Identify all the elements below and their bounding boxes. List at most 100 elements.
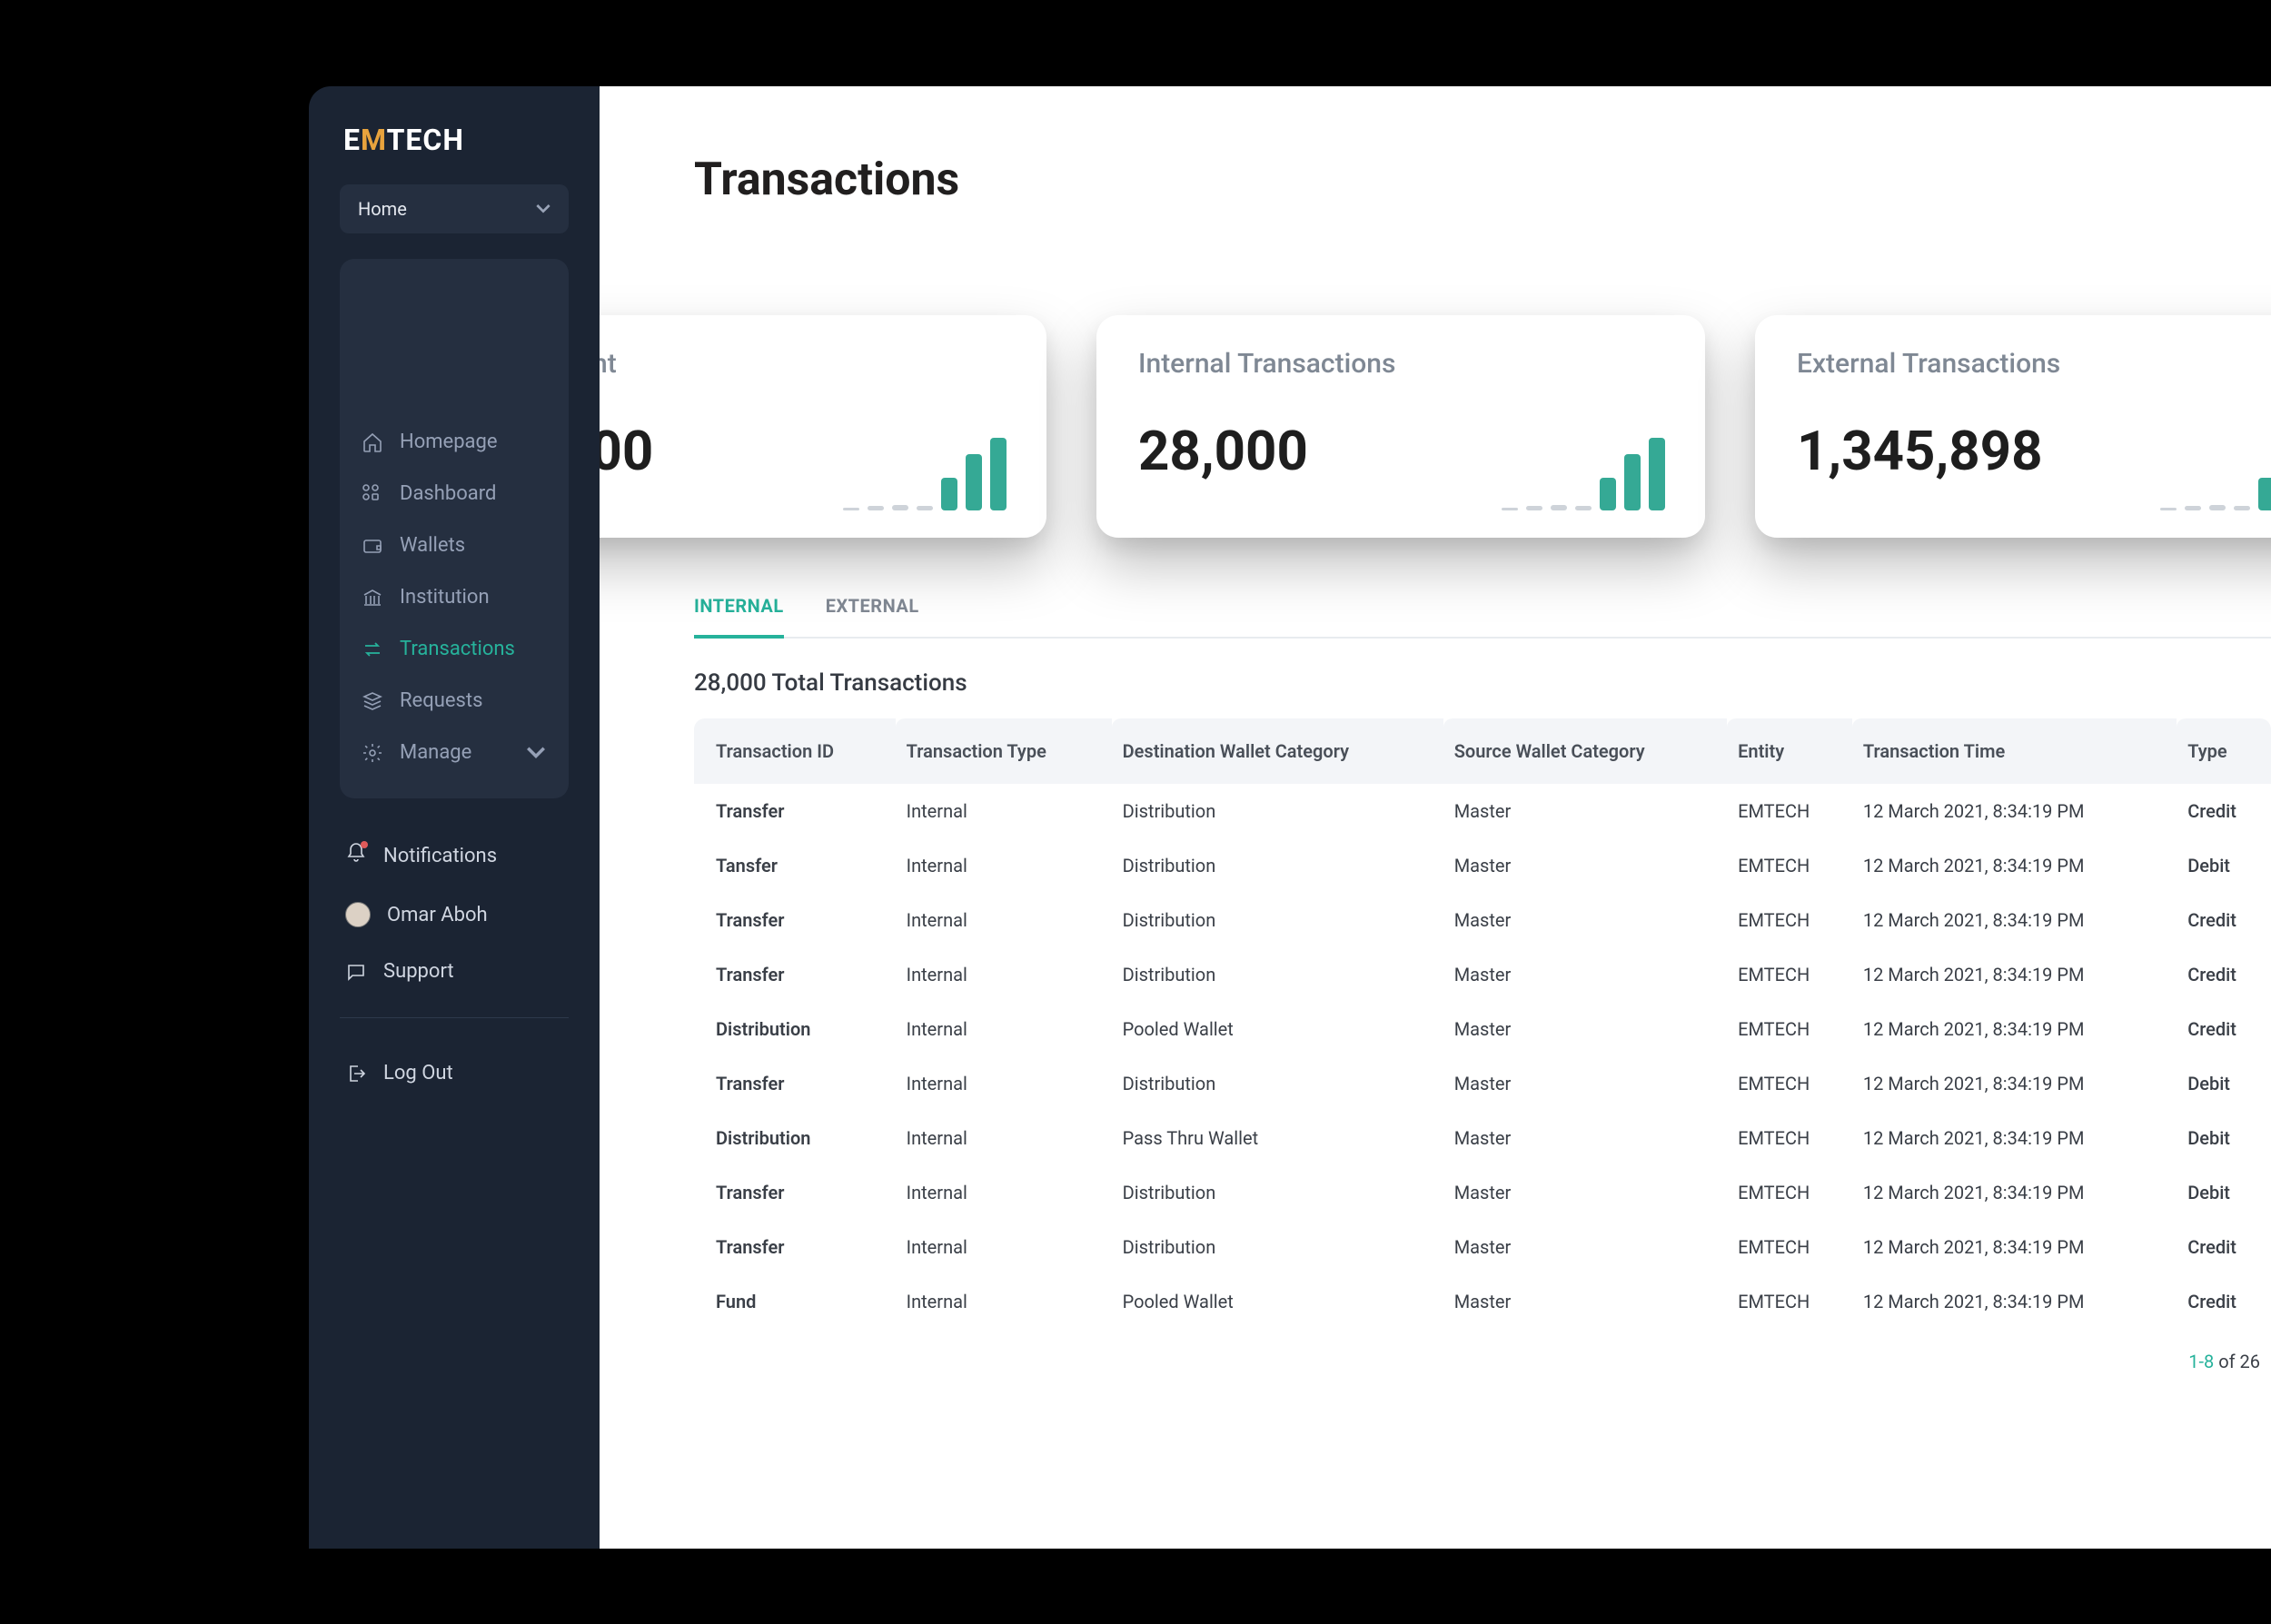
transaction-id-link[interactable]: Transfer [694, 1165, 896, 1220]
main-panel: Transactions Total Amount $29,000 Intern… [600, 86, 2271, 1549]
cell-transaction-time: 12 March 2021, 8:34:19 PM [1852, 947, 2177, 1002]
cell-transaction-time: 12 March 2021, 8:34:19 PM [1852, 1220, 2177, 1274]
table-row[interactable]: TransferInternalDistributionMasterEMTECH… [694, 1165, 2271, 1220]
transaction-tabs: INTERNAL EXTERNAL [694, 584, 2271, 639]
cell-source-wallet: Master [1443, 893, 1727, 947]
sidebar-item-dashboard[interactable]: Dashboard [340, 468, 569, 520]
cell-transaction-type: Internal [896, 893, 1112, 947]
logout-label: Log Out [383, 1062, 453, 1084]
spark-bar [917, 506, 933, 510]
cell-source-wallet: Master [1443, 1220, 1727, 1274]
transaction-id-link[interactable]: Distribution [694, 1111, 896, 1165]
notifications-label: Notifications [383, 845, 497, 867]
logout-button[interactable]: Log Out [340, 1045, 569, 1101]
table-row[interactable]: TansferInternalDistributionMasterEMTECH1… [694, 838, 2271, 893]
spark-bar [1575, 506, 1592, 510]
sparkline-bars [843, 420, 1007, 510]
sidebar-footer: Notifications Omar Aboh Support [309, 826, 600, 999]
tab-internal[interactable]: INTERNAL [694, 584, 784, 639]
transaction-id-link[interactable]: Distribution [694, 1002, 896, 1056]
user-name: Omar Aboh [387, 904, 488, 926]
card-external-transactions: External Transactions 1,345,898 [1755, 315, 2271, 538]
pager-range: 1-8 [2188, 1351, 2214, 1372]
col-destination-wallet[interactable]: Destination Wallet Category [1112, 718, 1443, 784]
transaction-id-link[interactable]: Transfer [694, 893, 896, 947]
sidebar-item-wallets[interactable]: Wallets [340, 520, 569, 571]
cell-transaction-type: Internal [896, 1002, 1112, 1056]
tab-external[interactable]: EXTERNAL [826, 584, 919, 637]
cell-source-wallet: Master [1443, 1274, 1727, 1329]
cell-transaction-type: Internal [896, 947, 1112, 1002]
wallet-icon [362, 535, 383, 557]
sidebar-item-label: Requests [400, 689, 482, 712]
card-total-amount: Total Amount $29,000 [600, 315, 1046, 538]
transaction-id-link[interactable]: Fund [694, 1274, 896, 1329]
col-entity[interactable]: Entity [1727, 718, 1852, 784]
cell-type: Credit [2177, 1220, 2271, 1274]
gear-icon [362, 742, 383, 764]
table-row[interactable]: FundInternalPooled WalletMasterEMTECH12 … [694, 1274, 2271, 1329]
table-row[interactable]: TransferInternalDistributionMasterEMTECH… [694, 784, 2271, 838]
transaction-id-link[interactable]: Transfer [694, 1220, 896, 1274]
cell-destination-wallet: Pass Thru Wallet [1112, 1111, 1443, 1165]
table-row[interactable]: DistributionInternalPooled WalletMasterE… [694, 1002, 2271, 1056]
spark-bar [2234, 506, 2250, 510]
col-transaction-time[interactable]: Transaction Time [1852, 718, 2177, 784]
sparkline-bars [1502, 420, 1665, 510]
card-internal-transactions: Internal Transactions 28,000 [1096, 315, 1705, 538]
sidebar-item-label: Manage [400, 741, 471, 764]
transaction-id-link[interactable]: Transfer [694, 1056, 896, 1111]
col-type[interactable]: Type [2177, 718, 2271, 784]
sidebar-item-label: Dashboard [400, 482, 496, 505]
table-row[interactable]: TransferInternalDistributionMasterEMTECH… [694, 1220, 2271, 1274]
cell-type: Debit [2177, 1056, 2271, 1111]
sidebar-item-institution[interactable]: Institution [340, 571, 569, 623]
cell-type: Debit [2177, 1111, 2271, 1165]
transaction-id-link[interactable]: Transfer [694, 947, 896, 1002]
cell-entity: EMTECH [1727, 1111, 1852, 1165]
table-row[interactable]: DistributionInternalPass Thru WalletMast… [694, 1111, 2271, 1165]
spark-bar [2185, 506, 2201, 510]
cell-entity: EMTECH [1727, 1002, 1852, 1056]
spark-bar [843, 508, 859, 510]
table-row[interactable]: TransferInternalDistributionMasterEMTECH… [694, 947, 2271, 1002]
cell-destination-wallet: Distribution [1112, 1220, 1443, 1274]
sidebar-item-manage[interactable]: Manage [340, 727, 569, 778]
cell-entity: EMTECH [1727, 1274, 1852, 1329]
spark-bar [1526, 506, 1542, 510]
cell-destination-wallet: Distribution [1112, 893, 1443, 947]
workspace-selector[interactable]: Home [340, 184, 569, 233]
cell-transaction-type: Internal [896, 838, 1112, 893]
cell-source-wallet: Master [1443, 784, 1727, 838]
cell-destination-wallet: Distribution [1112, 784, 1443, 838]
sidebar-item-label: Wallets [400, 534, 465, 557]
cell-type: Credit [2177, 947, 2271, 1002]
sidebar-item-homepage[interactable]: Homepage [340, 416, 569, 468]
sidebar-support[interactable]: Support [340, 944, 569, 999]
transaction-id-link[interactable]: Tansfer [694, 838, 896, 893]
transaction-id-link[interactable]: Transfer [694, 784, 896, 838]
sidebar-user[interactable]: Omar Aboh [340, 886, 569, 944]
spark-bar [868, 506, 884, 510]
cell-destination-wallet: Distribution [1112, 947, 1443, 1002]
card-label: External Transactions [1797, 348, 2271, 380]
spark-bar [966, 454, 982, 510]
cell-source-wallet: Master [1443, 1002, 1727, 1056]
table-row[interactable]: TransferInternalDistributionMasterEMTECH… [694, 1056, 2271, 1111]
logo-tech: TECH [387, 123, 464, 157]
col-transaction-type[interactable]: Transaction Type [896, 718, 1112, 784]
workspace-selector-value: Home [358, 198, 407, 220]
cell-destination-wallet: Pooled Wallet [1112, 1002, 1443, 1056]
col-source-wallet[interactable]: Source Wallet Category [1443, 718, 1727, 784]
cell-entity: EMTECH [1727, 1220, 1852, 1274]
cell-source-wallet: Master [1443, 1111, 1727, 1165]
sidebar-item-transactions[interactable]: Transactions [340, 623, 569, 675]
cell-type: Credit [2177, 1274, 2271, 1329]
table-row[interactable]: TransferInternalDistributionMasterEMTECH… [694, 893, 2271, 947]
col-transaction-id[interactable]: Transaction ID [694, 718, 896, 784]
sidebar-item-requests[interactable]: Requests [340, 675, 569, 727]
cell-type: Debit [2177, 838, 2271, 893]
bell-icon [345, 842, 367, 869]
transactions-table: Transaction ID Transaction Type Destinat… [694, 718, 2271, 1329]
sidebar-notifications[interactable]: Notifications [340, 826, 569, 886]
